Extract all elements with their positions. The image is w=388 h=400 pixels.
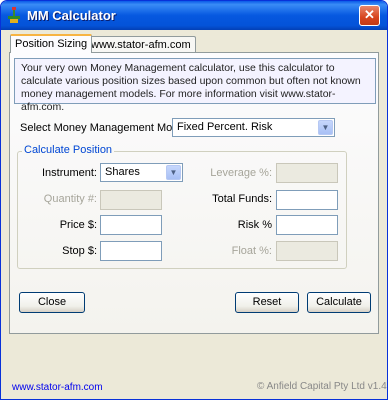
footer-website-link[interactable]: www.stator-afm.com	[12, 382, 103, 393]
instrument-select-value: Shares	[105, 166, 140, 178]
tab-website-label: www.stator-afm.com	[91, 39, 191, 51]
info-text: Your very own Money Management calculato…	[14, 58, 376, 113]
instrument-label: Instrument:	[41, 167, 97, 179]
app-icon	[8, 7, 20, 23]
group-title: Calculate Position	[22, 144, 115, 156]
quantity-input[interactable]	[100, 190, 162, 210]
instrument-select[interactable]: Shares ▼	[100, 163, 183, 182]
risk-label: Risk %	[237, 219, 272, 231]
footer-copyright: © Anfield Capital Pty Ltd v1.4	[257, 381, 387, 392]
total-funds-label: Total Funds:	[212, 193, 272, 205]
calculate-button[interactable]: Calculate	[307, 292, 371, 313]
window-title: MM Calculator	[27, 8, 116, 23]
model-select-value: Fixed Percent. Risk	[177, 121, 273, 133]
model-label: Select Money Management Model:	[20, 122, 190, 134]
leverage-label: Leverage %:	[210, 167, 272, 179]
quantity-label: Quantity #:	[43, 193, 97, 205]
chevron-down-icon[interactable]: ▼	[318, 120, 333, 135]
float-input[interactable]	[276, 241, 338, 261]
title-bar[interactable]: MM Calculator ✕	[1, 1, 387, 30]
stop-input[interactable]	[100, 241, 162, 261]
risk-input[interactable]	[276, 215, 338, 235]
chevron-down-icon[interactable]: ▼	[166, 165, 181, 180]
mm-calculator-window: MM Calculator ✕ Position Sizing www.stat…	[0, 0, 388, 400]
model-select[interactable]: Fixed Percent. Risk ▼	[172, 118, 335, 137]
stop-label: Stop $:	[62, 245, 97, 257]
price-input[interactable]	[100, 215, 162, 235]
close-icon: ✕	[364, 7, 375, 22]
tab-website[interactable]: www.stator-afm.com	[86, 36, 196, 53]
float-label: Float %:	[231, 245, 272, 257]
total-funds-input[interactable]	[276, 190, 338, 210]
reset-button[interactable]: Reset	[235, 292, 299, 313]
leverage-input[interactable]	[276, 163, 338, 183]
close-button[interactable]: Close	[19, 292, 85, 313]
tab-position-sizing-label: Position Sizing	[15, 38, 88, 50]
tab-position-sizing[interactable]: Position Sizing	[10, 34, 93, 53]
window-close-button[interactable]: ✕	[359, 5, 380, 26]
price-label: Price $:	[59, 219, 97, 231]
